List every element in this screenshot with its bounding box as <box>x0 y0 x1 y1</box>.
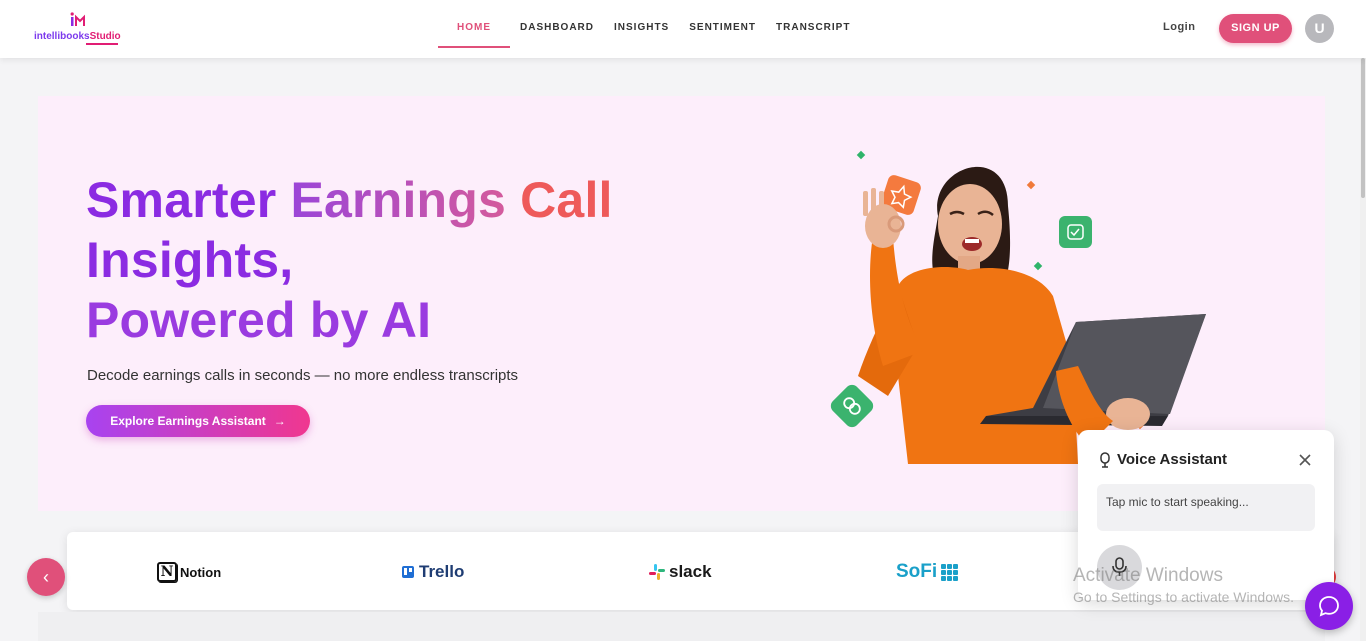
sofi-wordmark: SoFi <box>896 561 938 582</box>
hero-title-line-2: Insights, <box>86 232 294 288</box>
voice-assistant-panel: Voice Assistant Tap mic to start speakin… <box>1078 430 1334 600</box>
signup-button[interactable]: SIGN UP <box>1219 14 1292 43</box>
nav-home[interactable]: HOME <box>438 0 510 48</box>
microphone-icon <box>1100 451 1110 468</box>
notion-logo: N Notion <box>157 562 221 582</box>
hero-subtitle: Decode earnings calls in seconds — no mo… <box>87 367 519 384</box>
logo-text-b: Studio <box>89 31 121 42</box>
nav-dashboard[interactable]: DASHBOARD <box>510 0 604 48</box>
trello-logo: Trello <box>402 562 464 582</box>
sparkle-icon <box>856 150 866 160</box>
trello-mark-icon <box>402 566 414 578</box>
page-scrollbar[interactable] <box>1360 58 1366 641</box>
microphone-icon <box>1112 557 1127 576</box>
check-badge-icon <box>1059 216 1092 248</box>
logo-wordmark: intellibooksStudio <box>34 31 121 42</box>
sparkle-icon <box>1033 261 1043 271</box>
mic-button[interactable] <box>1097 545 1142 590</box>
notion-mark-icon: N <box>157 562 177 582</box>
slack-logo: slack <box>649 562 712 582</box>
slack-mark-icon <box>649 564 665 580</box>
chat-fab-button[interactable] <box>1305 582 1353 630</box>
hero-illustration <box>830 150 1206 464</box>
top-navbar: intellibooksStudio HOME DASHBOARD INSIGH… <box>0 0 1366 58</box>
logo-text-a: intellibooks <box>34 31 90 42</box>
voice-assistant-title: Voice Assistant <box>1117 451 1228 468</box>
hero-title-word-1: Smarter <box>86 172 277 228</box>
login-link[interactable]: Login <box>1163 21 1195 33</box>
link-badge-icon <box>830 384 874 428</box>
nav-sentiment[interactable]: SENTIMENT <box>679 0 766 48</box>
carousel-prev-button[interactable]: ‹ <box>27 558 65 596</box>
brand-logo[interactable]: intellibooksStudio <box>34 12 124 46</box>
user-avatar[interactable]: U <box>1305 14 1334 43</box>
hero-title-word-2: Earnings <box>290 172 507 228</box>
nav-transcript[interactable]: TRANSCRIPT <box>766 0 860 48</box>
hero-title-line-3: Powered by AI <box>86 292 432 348</box>
hero-title: Smarter Earnings Call Insights, Powered … <box>86 170 686 350</box>
slack-wordmark: slack <box>669 562 712 581</box>
logo-mark-icon <box>70 12 85 26</box>
scrollbar-thumb[interactable] <box>1361 58 1365 198</box>
sofi-mark-icon <box>941 563 959 581</box>
nav-insights[interactable]: INSIGHTS <box>604 0 679 48</box>
voice-transcript-box: Tap mic to start speaking... <box>1097 484 1315 531</box>
cta-label: Explore Earnings Assistant <box>110 414 266 428</box>
sparkle-icon <box>1026 180 1036 190</box>
notion-wordmark: Notion <box>180 564 222 580</box>
explore-earnings-assistant-button[interactable]: Explore Earnings Assistant → <box>86 405 310 437</box>
next-section-edge <box>38 612 1325 641</box>
close-icon[interactable] <box>1297 452 1313 468</box>
trello-wordmark: Trello <box>419 562 465 581</box>
logo-underline <box>86 43 118 45</box>
main-nav: HOME DASHBOARD INSIGHTS SENTIMENT TRANSC… <box>438 0 860 58</box>
sofi-logo: SoFi <box>896 561 959 582</box>
arrow-right-icon: → <box>273 414 286 428</box>
voice-assistant-header: Voice Assistant <box>1098 451 1227 468</box>
hero-title-word-3: Call <box>520 172 613 228</box>
chat-bubble-icon <box>1319 596 1339 617</box>
